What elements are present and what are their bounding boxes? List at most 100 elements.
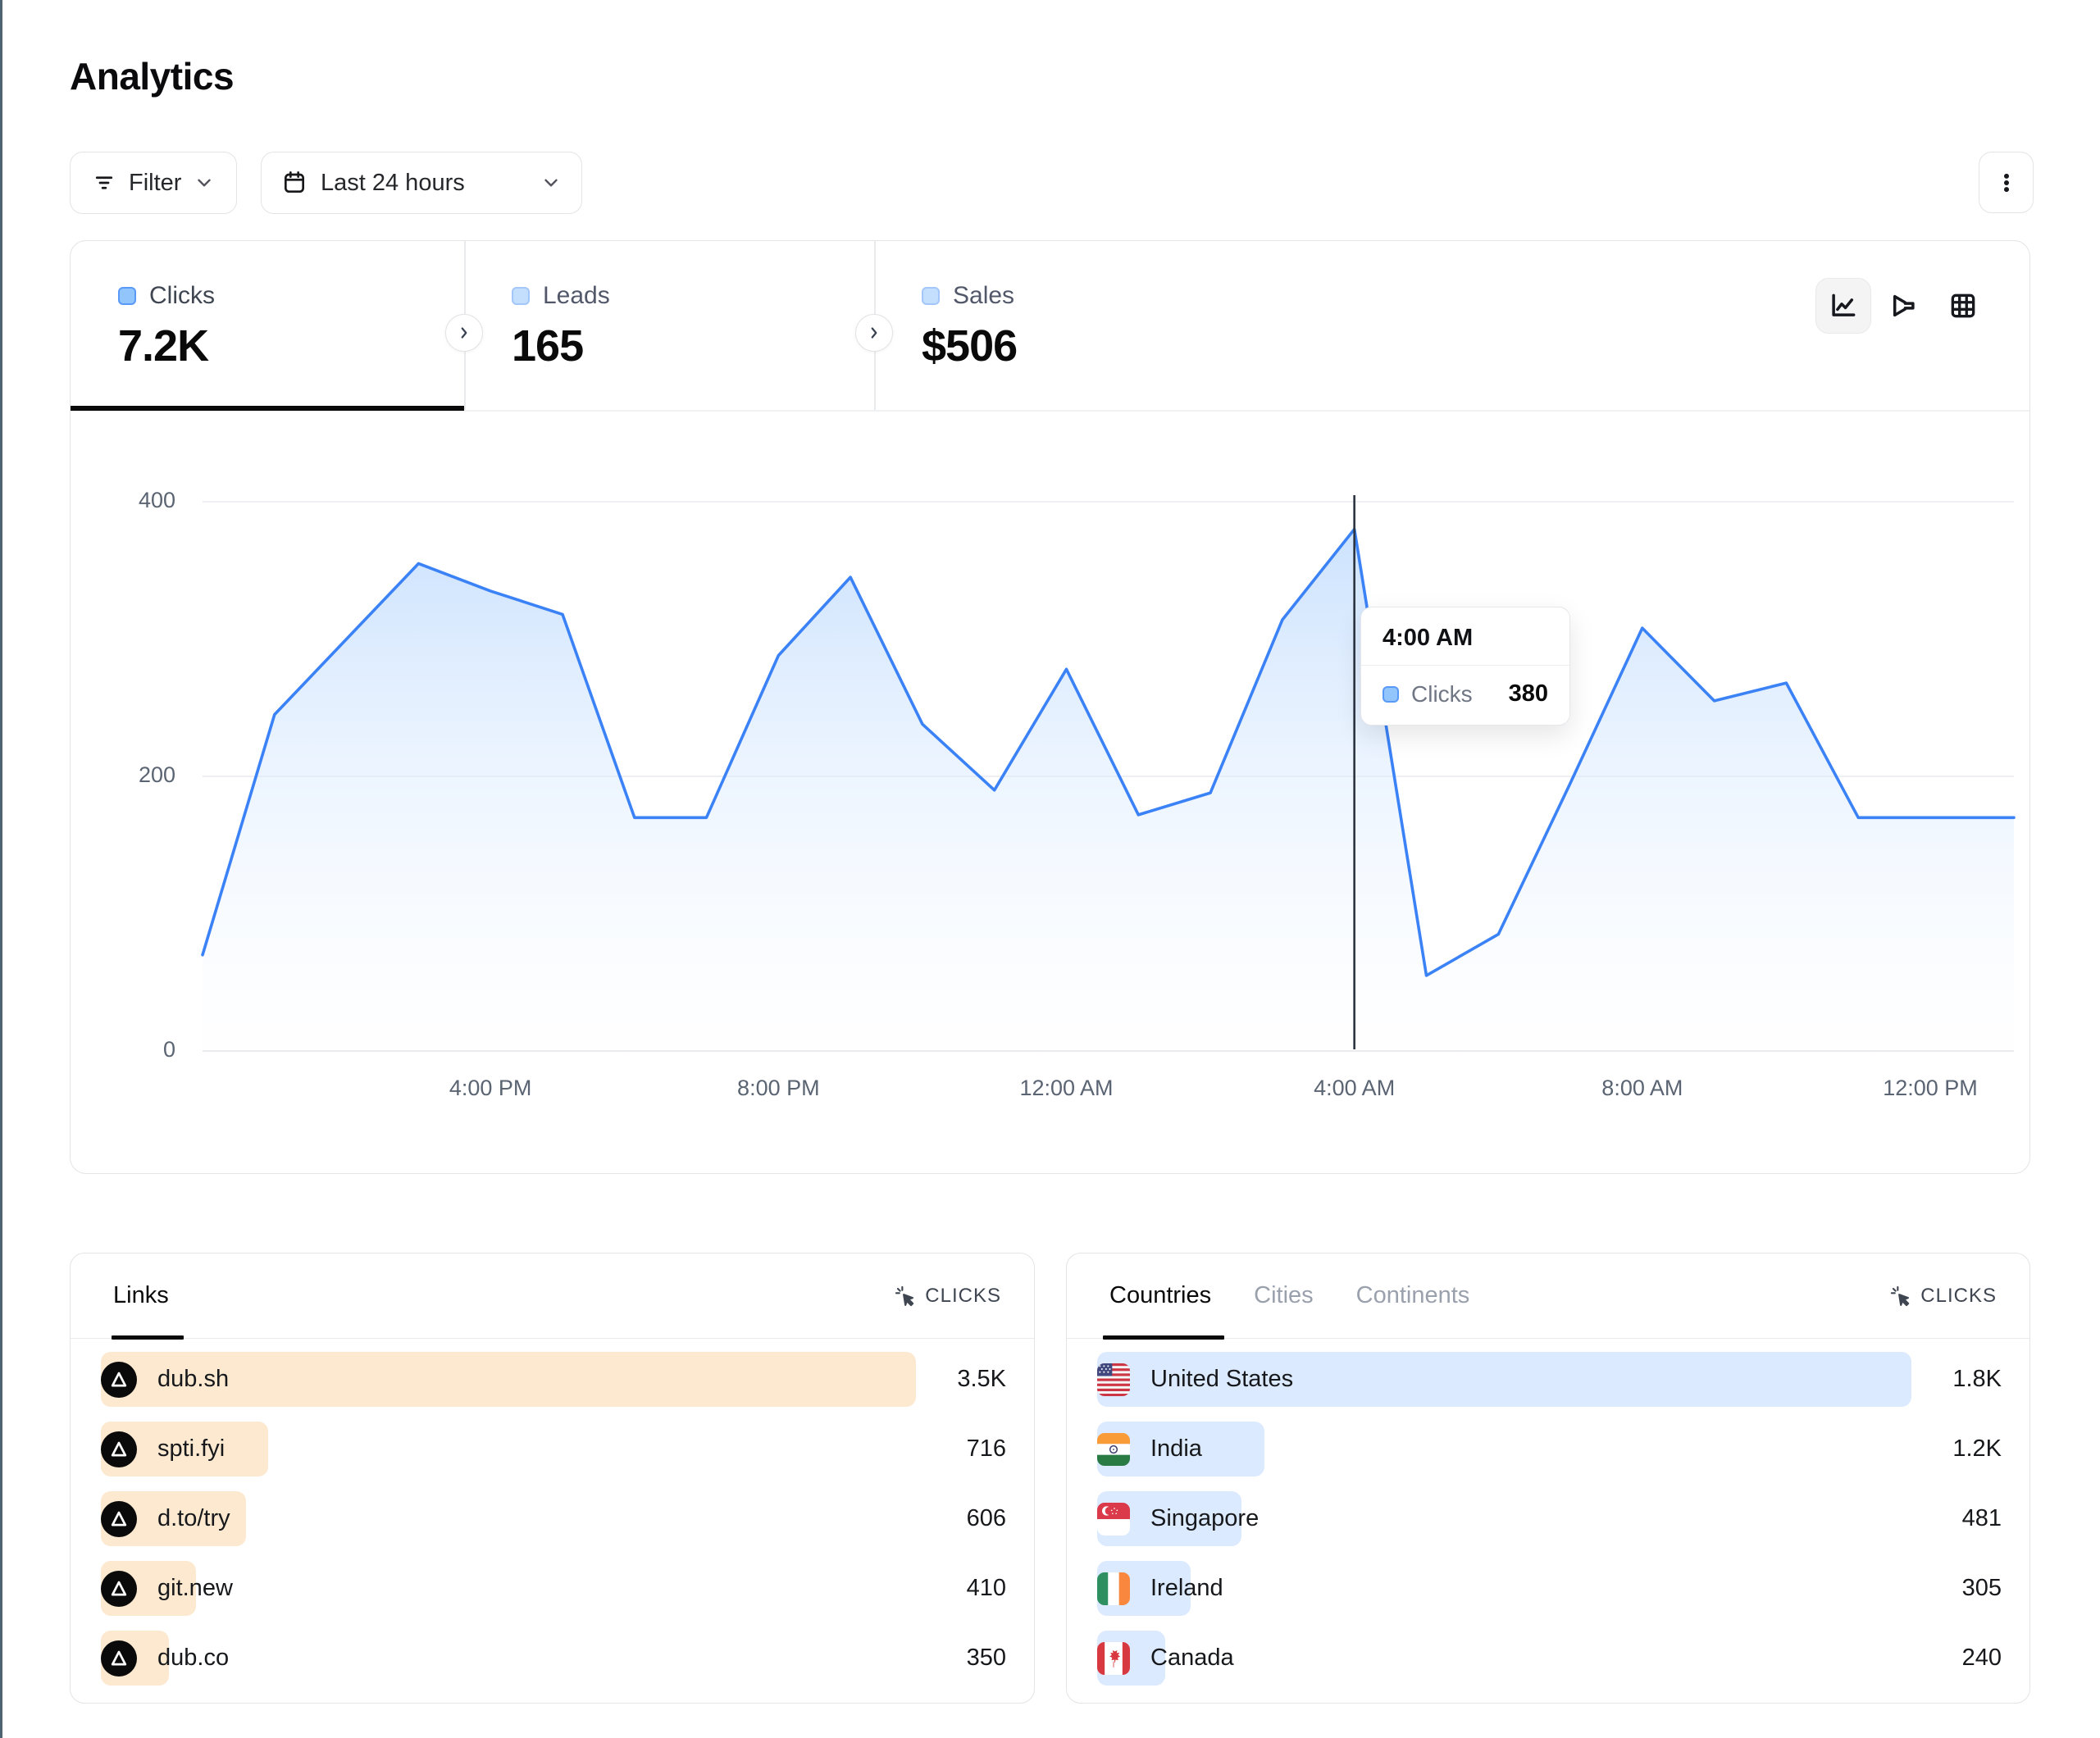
more-menu-button[interactable] <box>1979 152 2034 213</box>
countries-metric-selector[interactable]: CLICKS <box>1889 1285 1997 1308</box>
chevron-right-icon <box>455 324 473 342</box>
line-chart-icon <box>1828 290 1859 321</box>
item-label: United States <box>1150 1366 1293 1393</box>
item-value: 3.5K <box>957 1366 1006 1393</box>
sales-value: $506 <box>922 321 1284 371</box>
next-metric-button[interactable] <box>855 314 893 352</box>
list-item[interactable]: Ireland 305 <box>1097 1561 2002 1616</box>
item-value: 350 <box>967 1645 1006 1672</box>
list-item[interactable]: India 1.2K <box>1097 1422 2002 1476</box>
date-range-label: Last 24 hours <box>321 170 465 197</box>
links-panel: Links CLICKS dub.sh 3.5K spti.fyi 716 d.to/t… <box>70 1253 1035 1704</box>
item-label: dub.sh <box>157 1366 229 1393</box>
us-flag-icon <box>1097 1363 1130 1396</box>
tab-links[interactable]: Links <box>113 1282 169 1309</box>
item-label: Singapore <box>1150 1505 1259 1532</box>
click-cursor-icon <box>1889 1285 1911 1307</box>
list-item[interactable]: dub.co 350 <box>101 1631 1006 1686</box>
tab-leads[interactable]: Leads 165 <box>464 241 874 409</box>
item-label: git.new <box>157 1575 233 1602</box>
analytics-card: Clicks 7.2K Leads 165 Sales $506 <box>70 240 2030 1174</box>
dub-logo-icon <box>101 1431 137 1467</box>
list-item[interactable]: dub.sh 3.5K <box>101 1352 1006 1407</box>
item-value: 1.8K <box>1952 1366 2002 1393</box>
line-chart-view-button[interactable] <box>1815 278 1871 334</box>
tab-clicks-label: Clicks <box>149 282 215 310</box>
page-title: Analytics <box>70 54 234 98</box>
svg-text:400: 400 <box>139 488 175 512</box>
tab-leads-label: Leads <box>543 282 610 310</box>
funnel-chart-view-button[interactable] <box>1887 289 1920 322</box>
list-item[interactable]: git.new410 <box>101 1561 1006 1616</box>
item-value: 606 <box>967 1505 1006 1532</box>
item-label: India <box>1150 1435 1202 1463</box>
item-label: d.to/try <box>157 1505 230 1532</box>
left-edge-stripe <box>0 0 2 1738</box>
svg-text:200: 200 <box>139 762 175 787</box>
tab-cities[interactable]: Cities <box>1254 1282 1314 1309</box>
item-value: 1.2K <box>1952 1435 2002 1463</box>
svg-text:8:00 PM: 8:00 PM <box>737 1076 820 1100</box>
chart-plot-area[interactable] <box>203 495 2014 1051</box>
tooltip-value: 380 <box>1509 680 1548 707</box>
countries-metric-label: CLICKS <box>1920 1285 1997 1308</box>
item-label: Ireland <box>1150 1575 1223 1602</box>
chevron-right-icon <box>865 324 883 342</box>
tooltip-series-label: Clicks <box>1411 681 1473 707</box>
list-item[interactable]: Singapore 481 <box>1097 1491 2002 1546</box>
item-value: 240 <box>1962 1645 2002 1672</box>
svg-text:12:00 PM: 12:00 PM <box>1883 1076 1978 1100</box>
sg-flag-icon <box>1097 1503 1130 1536</box>
item-label: spti.fyi <box>157 1435 225 1463</box>
item-value: 481 <box>1962 1505 2002 1532</box>
list-item[interactable]: United States 1.8K <box>1097 1352 2002 1407</box>
ie-flag-icon <box>1097 1572 1130 1605</box>
tab-clicks[interactable]: Clicks 7.2K <box>71 241 464 409</box>
filter-label: Filter <box>129 170 181 197</box>
dub-logo-icon <box>101 1362 137 1398</box>
kebab-menu-icon <box>1994 171 2019 195</box>
svg-text:4:00 AM: 4:00 AM <box>1314 1076 1395 1100</box>
active-tab-underline <box>71 406 464 411</box>
svg-text:8:00 AM: 8:00 AM <box>1601 1076 1683 1100</box>
clicks-legend-square <box>118 287 136 305</box>
item-value: 305 <box>1962 1575 2002 1602</box>
tab-sales[interactable]: Sales $506 <box>874 241 1284 409</box>
click-cursor-icon <box>894 1285 916 1307</box>
clicks-value: 7.2K <box>118 321 464 371</box>
filter-button[interactable]: Filter <box>70 152 237 214</box>
date-range-button[interactable]: Last 24 hours <box>261 152 582 214</box>
calendar-icon <box>281 170 307 196</box>
item-label: dub.co <box>157 1645 229 1672</box>
countries-panel: Countries Cities Continents CLICKS Unite… <box>1066 1253 2030 1704</box>
list-item[interactable]: spti.fyi 716 <box>101 1422 1006 1476</box>
svg-text:4:00 PM: 4:00 PM <box>449 1076 532 1100</box>
tab-countries[interactable]: Countries <box>1109 1282 1211 1309</box>
tooltip-legend-square <box>1383 686 1399 703</box>
funnel-chart-icon <box>1888 290 1919 321</box>
svg-text:12:00 AM: 12:00 AM <box>1019 1076 1113 1100</box>
sales-legend-square <box>922 287 940 305</box>
links-metric-selector[interactable]: CLICKS <box>894 1285 1001 1308</box>
item-value: 716 <box>967 1435 1006 1463</box>
list-item[interactable]: d.to/try 606 <box>101 1491 1006 1546</box>
chevron-down-icon <box>540 172 562 193</box>
table-view-button[interactable] <box>1947 289 1979 322</box>
tooltip-time: 4:00 AM <box>1361 607 1569 666</box>
in-flag-icon <box>1097 1433 1130 1466</box>
ca-flag-icon <box>1097 1642 1130 1675</box>
dub-logo-icon <box>101 1501 137 1537</box>
chart-tooltip: 4:00 AM Clicks 380 <box>1360 607 1570 726</box>
next-metric-button[interactable] <box>445 314 483 352</box>
toolbar: Filter Last 24 hours <box>70 152 2034 214</box>
dub-logo-icon <box>101 1571 137 1607</box>
links-metric-label: CLICKS <box>925 1285 1001 1308</box>
chevron-down-icon <box>194 172 215 193</box>
dub-logo-icon <box>101 1640 137 1677</box>
tab-sales-label: Sales <box>953 282 1014 310</box>
list-item[interactable]: Canada240 <box>1097 1631 2002 1686</box>
tab-continents[interactable]: Continents <box>1356 1282 1470 1309</box>
leads-value: 165 <box>512 321 874 371</box>
svg-text:0: 0 <box>163 1037 175 1062</box>
filter-icon <box>92 171 116 195</box>
